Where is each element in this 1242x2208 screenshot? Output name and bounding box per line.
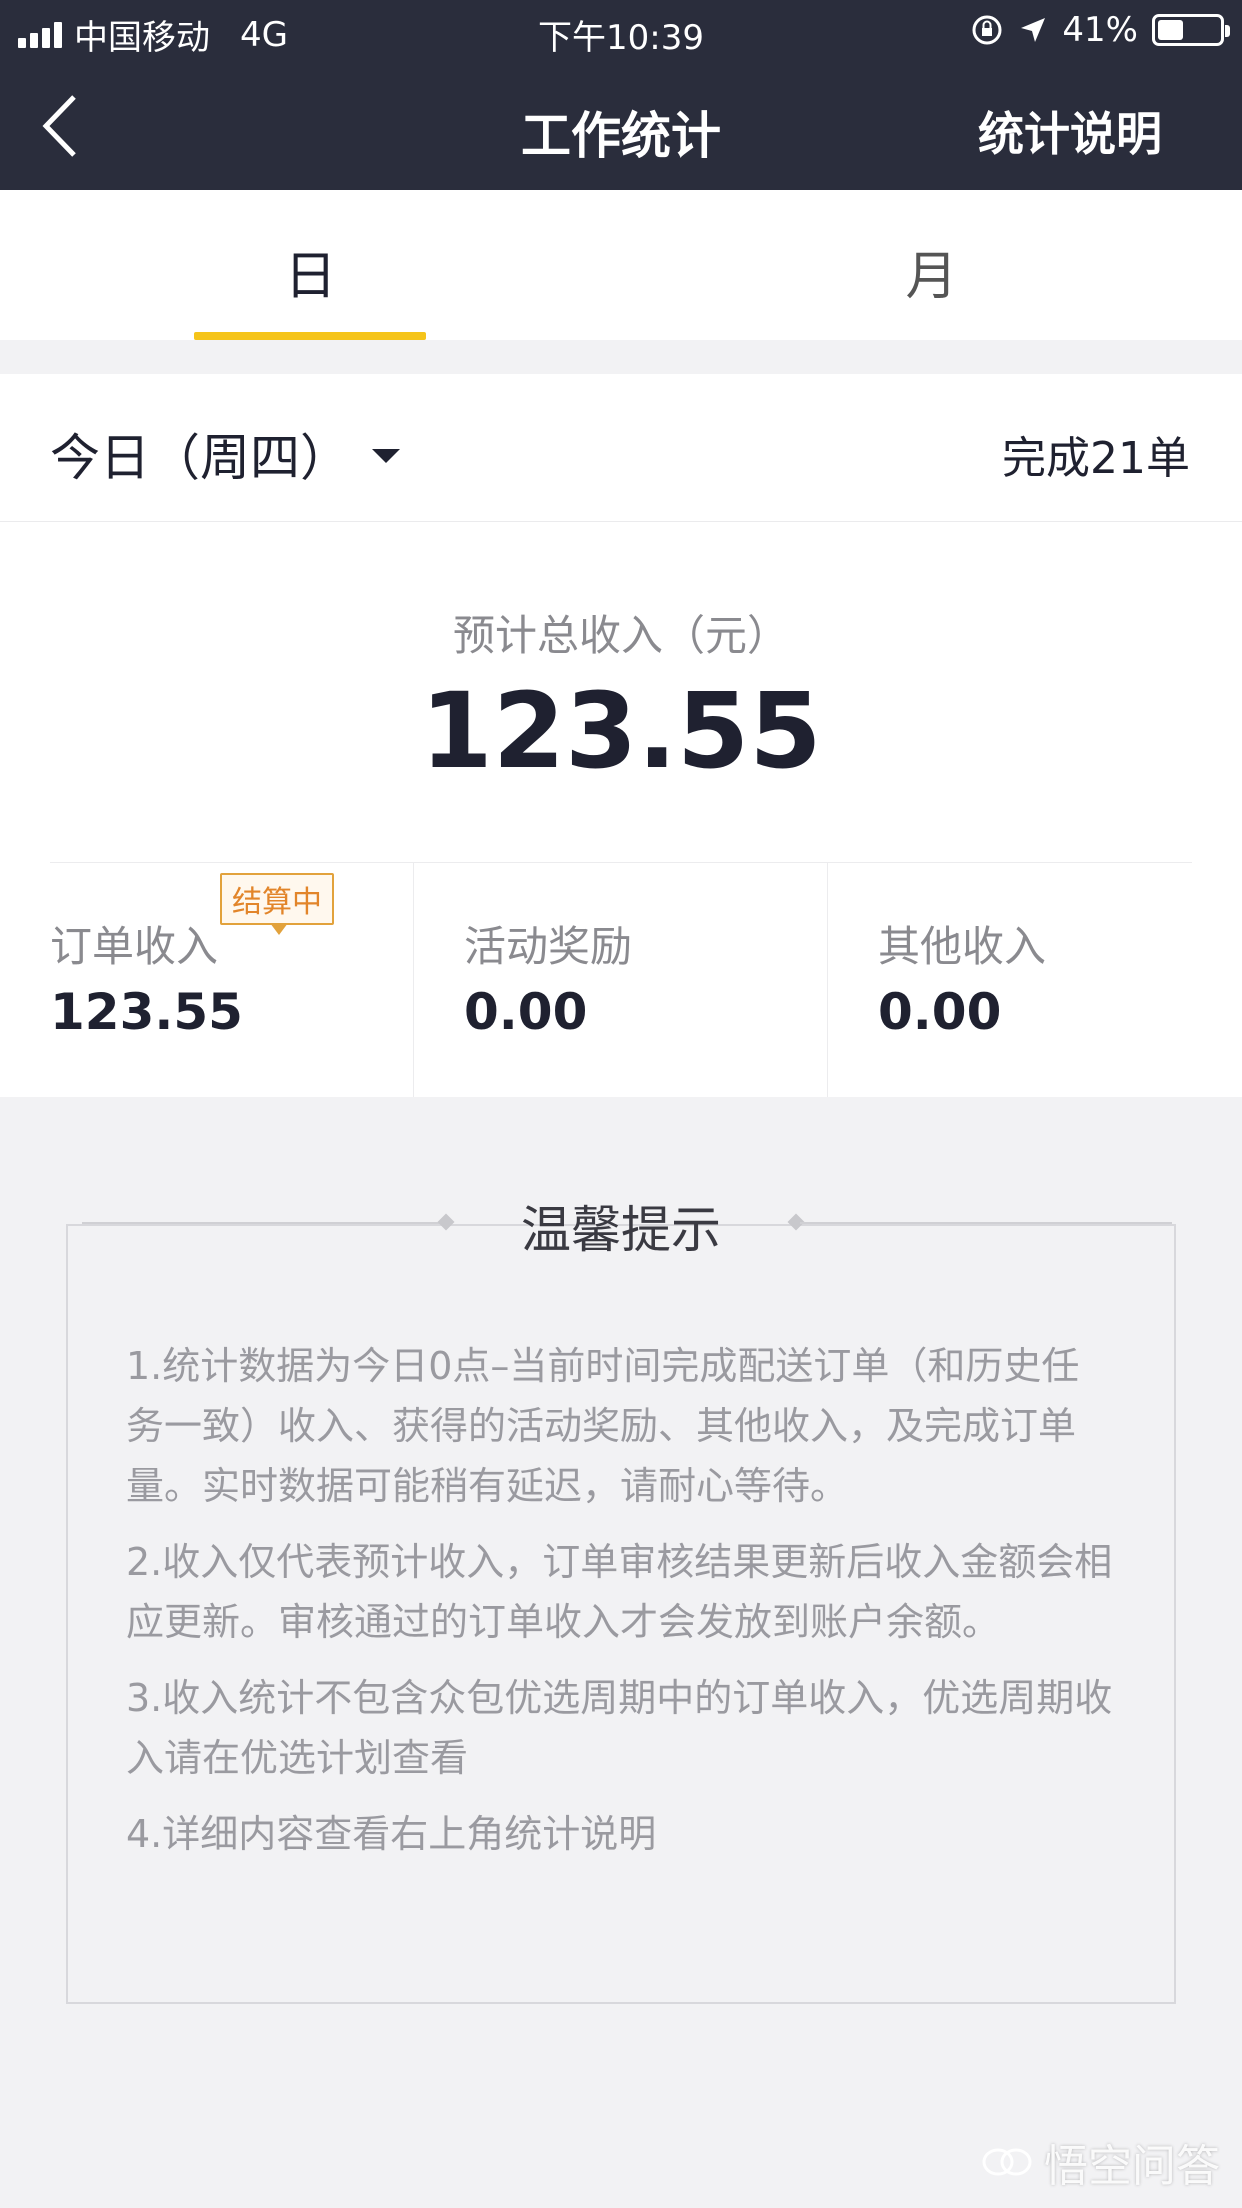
watermark-text: 悟空问答 — [1044, 2141, 1220, 2192]
tips-header: 温馨提示 — [0, 1190, 1242, 1260]
wukong-logo-icon — [982, 2148, 1032, 2176]
watermark: 悟空问答 — [980, 2130, 1220, 2194]
navigation-bar: 工作统计 统计说明 — [0, 62, 1242, 190]
status-right: 41% — [970, 10, 1230, 50]
order-income-column[interactable]: 结算中 订单收入 123.55 — [0, 863, 414, 1097]
tips-title: 温馨提示 — [521, 1201, 721, 1259]
total-income-value: 123.55 — [420, 670, 822, 792]
tip-item: 4.详细内容查看右上角统计说明 — [126, 1812, 657, 1856]
tips-divider-right — [800, 1222, 1172, 1224]
battery-fill — [1158, 20, 1183, 40]
top-bar: 中国移动 4G 下午10:39 41% 工作统计 统计说明 — [0, 0, 1242, 190]
battery-icon — [1152, 14, 1230, 46]
order-income-label: 订单收入 — [50, 922, 219, 971]
activity-reward-value: 0.00 — [464, 983, 588, 1041]
battery-percent: 41% — [1062, 10, 1138, 50]
tip-item: 1.统计数据为今日0点–当前时间完成配送订单（和历史任务一致）收入、获得的活动奖… — [126, 1344, 1080, 1508]
date-dropdown-label: 今日（周四） — [50, 429, 350, 487]
tip-item: 2.收入仅代表预计收入，订单审核结果更新后收入金额会相应更新。审核通过的订单收入… — [126, 1540, 1113, 1644]
other-income-column[interactable]: 其他收入 0.00 — [828, 863, 1242, 1097]
caret-down-icon — [372, 449, 400, 463]
tab-bar: 日 月 — [0, 190, 1242, 340]
date-row: 今日（周四） 完成21单 — [0, 374, 1242, 522]
completed-orders-count: 完成21单 — [1002, 433, 1190, 484]
rotation-lock-icon — [972, 15, 1002, 45]
total-income-label: 预计总收入（元） — [452, 611, 789, 660]
activity-reward-label: 活动奖励 — [464, 922, 633, 971]
other-income-value: 0.00 — [878, 983, 1002, 1041]
tab-day[interactable]: 日 — [0, 190, 621, 340]
date-dropdown[interactable]: 今日（周四） — [50, 418, 400, 490]
tip-item: 3.收入统计不包含众包优选周期中的订单收入，优选周期收入请在优选计划查看 — [126, 1676, 1113, 1780]
tips-list: 1.统计数据为今日0点–当前时间完成配送订单（和历史任务一致）收入、获得的活动奖… — [126, 1336, 1116, 1880]
location-arrow-icon — [1021, 18, 1046, 42]
settling-badge: 结算中 — [220, 873, 334, 935]
income-summary: 预计总收入（元） 123.55 结算中 订单收入 123.55 活动奖励 0.0… — [0, 522, 1242, 1097]
activity-reward-column[interactable]: 活动奖励 0.00 — [414, 863, 828, 1097]
tab-month[interactable]: 月 — [621, 190, 1242, 340]
active-tab-indicator — [194, 332, 426, 340]
other-income-label: 其他收入 — [878, 922, 1047, 971]
stats-explanation-link[interactable]: 统计说明 — [978, 98, 1162, 164]
status-bar: 中国移动 4G 下午10:39 41% — [0, 0, 1242, 62]
order-income-value: 123.55 — [50, 983, 243, 1041]
